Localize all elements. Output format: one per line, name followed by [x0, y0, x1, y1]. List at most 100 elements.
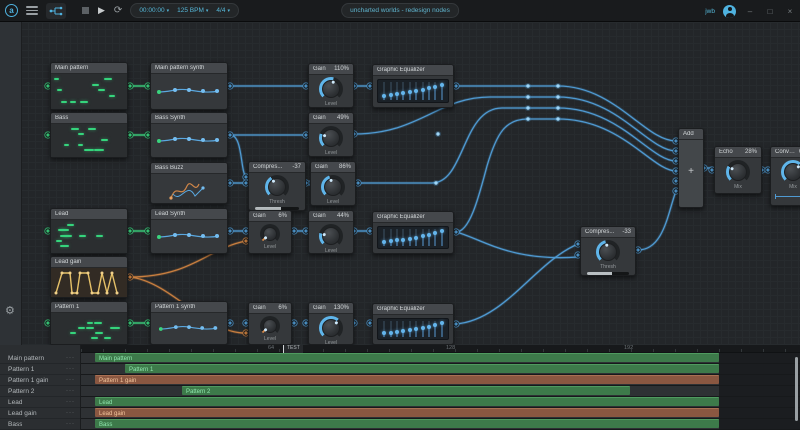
node-bass-buzz[interactable]: Bass Buzz: [150, 162, 228, 204]
eq-band[interactable]: [441, 82, 443, 100]
node-title-bar[interactable]: Gain110%: [309, 64, 353, 75]
eq-band-handle[interactable]: [395, 238, 399, 242]
track-header-bass[interactable]: Bass···: [0, 419, 80, 430]
eq-band[interactable]: [383, 229, 385, 246]
settings-gear-icon[interactable]: ⚙: [5, 306, 15, 317]
node-add[interactable]: Add+: [678, 128, 704, 208]
cable-waypoint[interactable]: [525, 83, 531, 89]
knob[interactable]: [319, 126, 343, 150]
cable-waypoint[interactable]: [525, 105, 531, 111]
timeline-ruler[interactable]: 64128192TEST: [81, 345, 800, 353]
cable-waypoint[interactable]: [433, 180, 439, 186]
cable-waypoint[interactable]: [555, 116, 561, 122]
track-menu-button[interactable]: ···: [66, 388, 75, 394]
eq-band-handle[interactable]: [382, 331, 386, 335]
play-button[interactable]: ▶: [98, 6, 105, 15]
timeline-marker[interactable]: TEST: [283, 345, 303, 353]
eq-band-handle[interactable]: [389, 331, 393, 335]
eq-band[interactable]: [402, 229, 404, 246]
node-title-bar[interactable]: Graphic Equalizer: [373, 212, 453, 223]
node-gain-lead[interactable]: Gain44%Level: [308, 210, 354, 254]
project-title-pill[interactable]: uncharted worlds - redesign nodes: [341, 3, 459, 18]
eq-band-handle[interactable]: [440, 83, 444, 87]
knob[interactable]: [321, 175, 345, 199]
eq-band-handle[interactable]: [440, 229, 444, 233]
cable-waypoint[interactable]: [555, 83, 561, 89]
eq-band[interactable]: [422, 82, 424, 100]
node-gain-bass[interactable]: Gain49%Level: [308, 112, 354, 157]
eq-band-handle[interactable]: [408, 328, 412, 332]
node-title-bar[interactable]: Main pattern synth: [151, 63, 227, 74]
track-lane[interactable]: Pattern 1: [81, 364, 800, 375]
eq-band[interactable]: [434, 82, 436, 100]
eq-band[interactable]: [415, 229, 417, 246]
timeline-scrollbar[interactable]: [795, 357, 798, 421]
node-title-bar[interactable]: Gain49%: [309, 113, 353, 124]
node-eq-lead[interactable]: Graphic Equalizer: [372, 211, 454, 254]
node-bass-synth[interactable]: Bass Synth: [150, 112, 228, 158]
convolver-slider[interactable]: [775, 194, 800, 199]
node-gain-lead-mod[interactable]: Gain6%Level: [248, 210, 292, 254]
node-gain-p1[interactable]: Gain130%Level: [308, 302, 354, 345]
eq-band-handle[interactable]: [389, 93, 393, 97]
clip-main-pattern[interactable]: Main pattern: [95, 353, 719, 362]
time-signature-display[interactable]: 4/4▾: [216, 7, 230, 14]
eq-band-handle[interactable]: [401, 238, 405, 242]
eq-band[interactable]: [434, 229, 436, 246]
track-header-pattern-2[interactable]: Pattern 2···: [0, 386, 80, 397]
node-canvas[interactable]: Main pattern Main pattern synth Gain110% Le…: [0, 22, 800, 345]
equalizer-sliders[interactable]: [377, 318, 449, 340]
node-title-bar[interactable]: Lead: [51, 209, 127, 220]
track-lane[interactable]: Lead gain: [81, 408, 800, 419]
node-comp-master[interactable]: Compres...-33Thresh: [580, 226, 636, 276]
knob[interactable]: [260, 224, 280, 244]
eq-band[interactable]: [441, 321, 443, 337]
knob[interactable]: [726, 160, 750, 184]
node-eq-p1[interactable]: Graphic Equalizer: [372, 303, 454, 345]
track-header-main-pattern[interactable]: Main pattern···: [0, 353, 80, 364]
eq-band-handle[interactable]: [427, 233, 431, 237]
node-comp-bass[interactable]: Compres...-37Thresh: [248, 161, 306, 211]
node-pattern1[interactable]: Pattern 1: [50, 301, 128, 345]
eq-band-handle[interactable]: [395, 330, 399, 334]
eq-band[interactable]: [415, 82, 417, 100]
node-title-bar[interactable]: Bass: [51, 113, 127, 124]
eq-band-handle[interactable]: [408, 90, 412, 94]
cable-waypoint[interactable]: [435, 131, 441, 137]
eq-band-handle[interactable]: [421, 326, 425, 330]
node-lead[interactable]: Lead: [50, 208, 128, 254]
eq-band-handle[interactable]: [382, 94, 386, 98]
node-eq-main[interactable]: Graphic Equalizer: [372, 64, 454, 108]
cable-waypoint[interactable]: [555, 94, 561, 100]
node-title-bar[interactable]: Pattern 1 synth: [151, 302, 227, 313]
eq-band-handle[interactable]: [414, 327, 418, 331]
eq-band[interactable]: [434, 321, 436, 337]
eq-band-handle[interactable]: [433, 85, 437, 89]
node-title-bar[interactable]: Main pattern: [51, 63, 127, 74]
close-button[interactable]: ×: [784, 7, 796, 16]
cable-waypoint[interactable]: [525, 116, 531, 122]
clip-pattern-1[interactable]: Pattern 1: [125, 364, 719, 373]
node-title-bar[interactable]: Gain86%: [311, 162, 355, 173]
node-title-bar[interactable]: Graphic Equalizer: [373, 304, 453, 315]
eq-band[interactable]: [383, 321, 385, 337]
eq-band-handle[interactable]: [427, 86, 431, 90]
node-lead-gain[interactable]: Lead gain: [50, 256, 128, 298]
node-bass[interactable]: Bass: [50, 112, 128, 158]
node-main-pattern-synth[interactable]: Main pattern synth: [150, 62, 228, 110]
track-header-pattern-1[interactable]: Pattern 1···: [0, 364, 80, 375]
minimize-button[interactable]: –: [744, 7, 756, 16]
eq-band[interactable]: [390, 321, 392, 337]
knob[interactable]: [319, 77, 343, 101]
eq-band[interactable]: [383, 82, 385, 100]
node-title-bar[interactable]: Bass Synth: [151, 113, 227, 124]
eq-band[interactable]: [428, 229, 430, 246]
track-menu-button[interactable]: ···: [66, 366, 75, 372]
knob[interactable]: [596, 240, 620, 264]
track-menu-button[interactable]: ···: [66, 377, 75, 383]
eq-band[interactable]: [396, 82, 398, 100]
eq-band[interactable]: [409, 321, 411, 337]
eq-band-handle[interactable]: [414, 89, 418, 93]
eq-band[interactable]: [402, 321, 404, 337]
knob[interactable]: [265, 175, 289, 199]
